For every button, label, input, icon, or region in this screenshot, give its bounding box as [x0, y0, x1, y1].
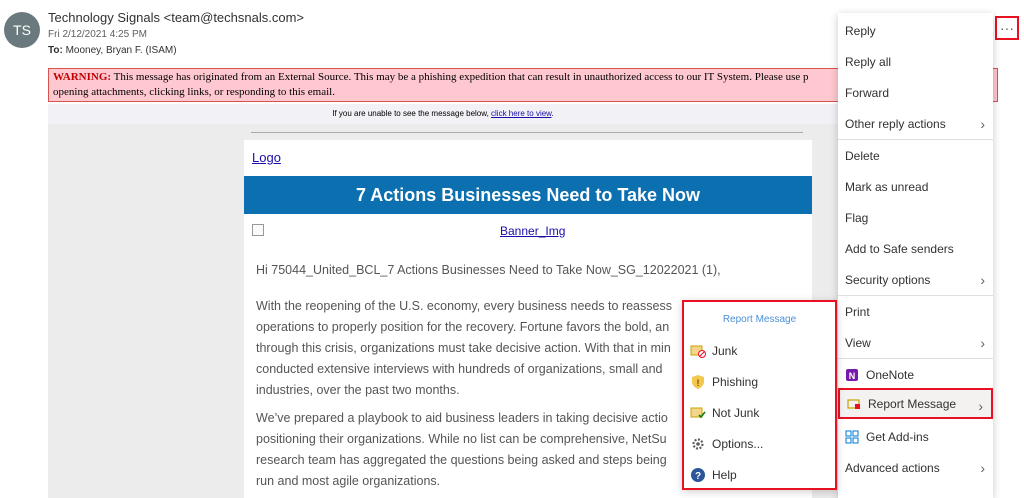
chevron-right-icon: › [980, 116, 985, 132]
menu-item-flag[interactable]: Flag [838, 202, 993, 233]
more-actions-button[interactable]: ··· [995, 16, 1019, 40]
menu-item-label: OneNote [866, 367, 915, 382]
menu-item-label: Flag [845, 210, 869, 225]
svg-text:N: N [849, 371, 856, 381]
menu-item-delete[interactable]: Delete [838, 140, 993, 171]
view-online-text: If you are unable to see the message bel… [332, 109, 492, 118]
view-online-end: . [551, 109, 554, 118]
recipient-line: To: Mooney, Bryan F. (ISAM) [48, 45, 177, 56]
help-icon: ? [690, 467, 706, 483]
broken-image-icon [252, 224, 264, 236]
warning-text-2: opening attachments, clicking links, or … [53, 86, 335, 98]
menu-item-add-safe-senders[interactable]: Add to Safe senders [838, 233, 993, 264]
svg-text:?: ? [695, 471, 701, 482]
menu-item-label: Get Add-ins [866, 429, 929, 444]
submenu-item-options[interactable]: Options... [690, 430, 835, 458]
view-online-link[interactable]: click here to view [491, 109, 551, 118]
menu-item-label: Delete [845, 148, 880, 163]
menu-item-label: Reply [845, 23, 876, 38]
menu-item-label: Other reply actions [845, 116, 946, 131]
submenu-item-not-junk[interactable]: Not Junk [690, 399, 835, 427]
menu-item-report-message[interactable]: Report Message › [838, 388, 993, 419]
menu-item-label: Print [845, 304, 870, 319]
menu-item-reply[interactable]: Reply [838, 15, 993, 46]
shield-warning-icon: ! [690, 374, 706, 390]
menu-item-reply-all[interactable]: Reply all [838, 46, 993, 77]
menu-item-label: Security options [845, 272, 931, 287]
menu-item-mark-unread[interactable]: Mark as unread [838, 171, 993, 202]
menu-item-label: View [845, 335, 871, 350]
recipient-name[interactable]: Mooney, Bryan F. (ISAM) [66, 45, 177, 56]
submenu-item-label: Not Junk [712, 406, 760, 420]
view-online-bar: If you are unable to see the message bel… [48, 104, 838, 124]
report-message-icon [847, 397, 861, 411]
to-label: To: [48, 45, 63, 56]
menu-item-security-options[interactable]: Security options › [838, 264, 993, 295]
menu-item-label: Advanced actions [845, 460, 940, 475]
greeting-text: Hi 75044_United_BCL_7 Actions Businesses… [256, 263, 721, 277]
onenote-icon: N [845, 368, 859, 382]
submenu-item-label: Help [712, 468, 737, 482]
menu-item-other-reply-actions[interactable]: Other reply actions › [838, 108, 993, 139]
junk-icon [690, 343, 706, 359]
more-actions-menu: Reply Reply all Forward Other reply acti… [838, 13, 993, 498]
chevron-right-icon: › [980, 460, 985, 476]
menu-item-get-add-ins[interactable]: Get Add-ins [838, 421, 993, 452]
svg-text:!: ! [697, 378, 700, 388]
banner-image-link[interactable]: Banner_Img [500, 224, 565, 238]
sender-name[interactable]: Technology Signals <team@techsnals.com> [48, 10, 304, 25]
menu-item-label: Report Message [868, 396, 957, 411]
submenu-item-phishing[interactable]: ! Phishing [690, 368, 835, 396]
logo-image-link[interactable]: Logo [252, 150, 281, 165]
menu-item-print[interactable]: Print [838, 296, 993, 327]
menu-item-label: Forward [845, 85, 890, 100]
submenu-title: Report Message [722, 314, 797, 325]
add-ins-icon [845, 430, 859, 444]
report-message-submenu: Report Message Junk ! Phishing Not Junk … [682, 300, 837, 490]
menu-item-onenote[interactable]: N OneNote [838, 359, 993, 390]
sender-avatar[interactable]: TS [4, 12, 40, 48]
gear-icon [690, 436, 706, 452]
submenu-item-label: Phishing [712, 375, 759, 389]
chevron-right-icon: › [980, 272, 985, 288]
submenu-item-label: Options... [712, 437, 764, 451]
warning-label: WARNING: [53, 71, 112, 83]
chevron-right-icon: › [980, 335, 985, 351]
not-junk-icon [690, 405, 706, 421]
menu-item-label: Add to Safe senders [845, 241, 954, 256]
menu-item-view[interactable]: View › [838, 327, 993, 358]
submenu-item-help[interactable]: ? Help [690, 461, 835, 489]
menu-item-advanced-actions[interactable]: Advanced actions › [838, 452, 993, 483]
menu-item-label: Mark as unread [845, 179, 929, 194]
warning-text: This message has originated from an Exte… [113, 71, 809, 83]
menu-item-label: Reply all [845, 54, 892, 69]
submenu-item-label: Junk [712, 344, 738, 358]
divider-line [251, 132, 803, 133]
chevron-right-icon: › [978, 398, 983, 414]
email-banner-title: 7 Actions Businesses Need to Take Now [244, 176, 812, 214]
submenu-item-junk[interactable]: Junk [690, 337, 835, 365]
menu-item-forward[interactable]: Forward [838, 77, 993, 108]
message-date: Fri 2/12/2021 4:25 PM [48, 29, 147, 40]
